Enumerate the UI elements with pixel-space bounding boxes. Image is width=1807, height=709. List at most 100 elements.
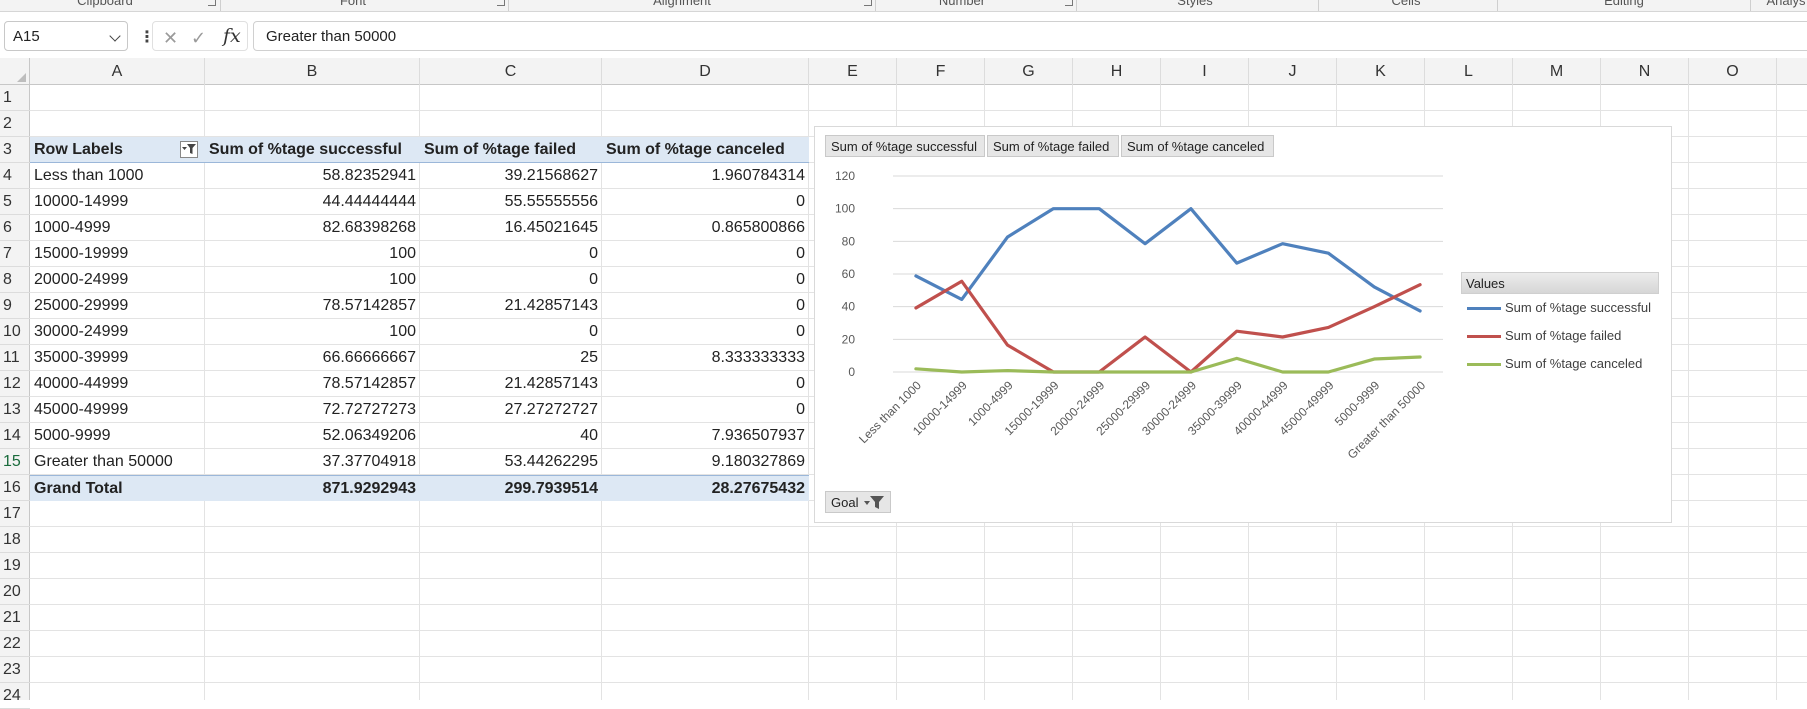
pivot-row-cell-3[interactable]: 0 <box>602 319 809 345</box>
goal-field-button[interactable]: Goal <box>825 491 891 513</box>
pivot-row-cell-2[interactable]: 21.42857143 <box>420 293 602 319</box>
pivot-row-cell-2[interactable]: 0 <box>420 267 602 293</box>
legend-item[interactable]: Sum of %tage successful <box>1467 299 1651 317</box>
column-header-I[interactable]: I <box>1161 58 1249 85</box>
pivot-row-cell-3[interactable]: 0 <box>602 189 809 215</box>
pivot-header-row-cell-2[interactable]: Sum of %tage failed <box>420 137 602 163</box>
column-header-O[interactable]: O <box>1689 58 1777 85</box>
pivot-row-cell-0[interactable]: 45000-49999 <box>30 397 205 423</box>
dialog-launcher-icon[interactable] <box>208 0 216 6</box>
row-header-16[interactable]: 16 <box>0 475 30 501</box>
row-header-18[interactable]: 18 <box>0 527 30 553</box>
pivot-row-cell-2[interactable]: 21.42857143 <box>420 371 602 397</box>
filter-dropdown-icon[interactable] <box>864 496 884 510</box>
pivot-header-row-cell-0[interactable]: Row Labels <box>30 137 205 163</box>
row-header-7[interactable]: 7 <box>0 241 30 267</box>
row-header-12[interactable]: 12 <box>0 371 30 397</box>
legend-item[interactable]: Sum of %tage failed <box>1467 327 1621 345</box>
pivot-row-cell-1[interactable]: 100 <box>205 241 420 267</box>
pivot-row-cell-1[interactable]: 82.68398268 <box>205 215 420 241</box>
row-header-8[interactable]: 8 <box>0 267 30 293</box>
row-labels-filter-button[interactable] <box>180 141 198 158</box>
column-header-E[interactable]: E <box>809 58 897 85</box>
row-header-17[interactable]: 17 <box>0 501 30 527</box>
column-header-G[interactable]: G <box>985 58 1073 85</box>
pivot-row-cell-0[interactable]: 20000-24999 <box>30 267 205 293</box>
pivot-row-cell-1[interactable]: 78.57142857 <box>205 293 420 319</box>
pivot-header-row-cell-1[interactable]: Sum of %tage successful <box>205 137 420 163</box>
pivot-row-cell-0[interactable]: 40000-44999 <box>30 371 205 397</box>
pivot-row-cell-2[interactable]: 0 <box>420 319 602 345</box>
pivot-row-cell-0[interactable]: 25000-29999 <box>30 293 205 319</box>
pivot-row-cell-1[interactable]: 100 <box>205 319 420 345</box>
pivot-row-cell-3[interactable]: 7.936507937 <box>602 423 809 449</box>
row-header-19[interactable]: 19 <box>0 553 30 579</box>
pivot-row-cell-2[interactable]: 39.21568627 <box>420 163 602 189</box>
row-header-6[interactable]: 6 <box>0 215 30 241</box>
pivot-row-cell-3[interactable]: 0 <box>602 241 809 267</box>
pivot-grand-total-row-cell-2[interactable]: 299.7939514 <box>420 476 602 502</box>
row-header-20[interactable]: 20 <box>0 579 30 605</box>
pivot-row-cell-2[interactable]: 53.44262295 <box>420 449 602 475</box>
name-box[interactable]: A15 <box>4 21 128 51</box>
row-header-24[interactable]: 24 <box>0 683 30 709</box>
pivot-row-cell-1[interactable]: 58.82352941 <box>205 163 420 189</box>
row-header-23[interactable]: 23 <box>0 657 30 683</box>
pivot-row-cell-0[interactable]: 35000-39999 <box>30 345 205 371</box>
row-header-3[interactable]: 3 <box>0 137 30 163</box>
row-header-21[interactable]: 21 <box>0 605 30 631</box>
pivot-header-row-cell-3[interactable]: Sum of %tage canceled <box>602 137 809 163</box>
pivot-row-cell-3[interactable]: 1.960784314 <box>602 163 809 189</box>
pivot-row-cell-1[interactable]: 66.66666667 <box>205 345 420 371</box>
column-header-M[interactable]: M <box>1513 58 1601 85</box>
dialog-launcher-icon[interactable] <box>1065 0 1073 6</box>
pivot-grand-total-row-cell-3[interactable]: 28.27675432 <box>602 476 809 502</box>
column-header-F[interactable]: F <box>897 58 985 85</box>
pivot-row-cell-0[interactable]: 1000-4999 <box>30 215 205 241</box>
pivot-row-cell-0[interactable]: 15000-19999 <box>30 241 205 267</box>
row-header-15[interactable]: 15 <box>0 449 30 475</box>
row-header-11[interactable]: 11 <box>0 345 30 371</box>
column-header-A[interactable]: A <box>30 58 205 85</box>
select-all-corner[interactable] <box>0 58 30 85</box>
pivot-row-cell-3[interactable]: 9.180327869 <box>602 449 809 475</box>
enter-check-icon[interactable]: ✓ <box>191 28 206 49</box>
column-header-C[interactable]: C <box>420 58 602 85</box>
row-header-4[interactable]: 4 <box>0 163 30 189</box>
row-header-22[interactable]: 22 <box>0 631 30 657</box>
pivot-grand-total-row-cell-1[interactable]: 871.9292943 <box>205 476 420 502</box>
formula-input[interactable]: Greater than 50000 <box>253 21 1807 51</box>
column-header-N[interactable]: N <box>1601 58 1689 85</box>
row-header-9[interactable]: 9 <box>0 293 30 319</box>
pivot-row-cell-3[interactable]: 0 <box>602 397 809 423</box>
legend-item[interactable]: Sum of %tage canceled <box>1467 355 1642 373</box>
cancel-icon[interactable]: ✕ <box>163 28 178 49</box>
pivot-row-cell-2[interactable]: 0 <box>420 241 602 267</box>
pivot-row-cell-1[interactable]: 37.37704918 <box>205 449 420 475</box>
pivot-row-cell-3[interactable]: 0 <box>602 293 809 319</box>
pivot-chart[interactable]: Sum of %tage successful Sum of %tage fail… <box>814 126 1672 523</box>
pivot-row-cell-3[interactable]: 0.865800866 <box>602 215 809 241</box>
pivot-row-cell-2[interactable]: 55.55555556 <box>420 189 602 215</box>
pivot-row-cell-2[interactable]: 25 <box>420 345 602 371</box>
pivot-row-cell-1[interactable]: 52.06349206 <box>205 423 420 449</box>
row-header-14[interactable]: 14 <box>0 423 30 449</box>
pivot-row-cell-2[interactable]: 16.45021645 <box>420 215 602 241</box>
pivot-row-cell-3[interactable]: 0 <box>602 371 809 397</box>
pivot-row-cell-0[interactable]: 5000-9999 <box>30 423 205 449</box>
column-header-J[interactable]: J <box>1249 58 1337 85</box>
dialog-launcher-icon[interactable] <box>497 0 505 6</box>
row-header-1[interactable]: 1 <box>0 85 30 111</box>
dialog-launcher-icon[interactable] <box>864 0 872 6</box>
insert-function-icon[interactable]: fx <box>223 25 241 47</box>
column-header-K[interactable]: K <box>1337 58 1425 85</box>
row-header-5[interactable]: 5 <box>0 189 30 215</box>
pivot-row-cell-3[interactable]: 0 <box>602 267 809 293</box>
pivot-row-cell-2[interactable]: 40 <box>420 423 602 449</box>
pivot-row-cell-0[interactable]: 30000-24999 <box>30 319 205 345</box>
chevron-down-icon[interactable] <box>109 30 120 41</box>
pivot-row-cell-2[interactable]: 27.27272727 <box>420 397 602 423</box>
pivot-row-cell-1[interactable]: 100 <box>205 267 420 293</box>
pivot-row-cell-0[interactable]: Less than 1000 <box>30 163 205 189</box>
pivot-row-cell-0[interactable]: 10000-14999 <box>30 189 205 215</box>
